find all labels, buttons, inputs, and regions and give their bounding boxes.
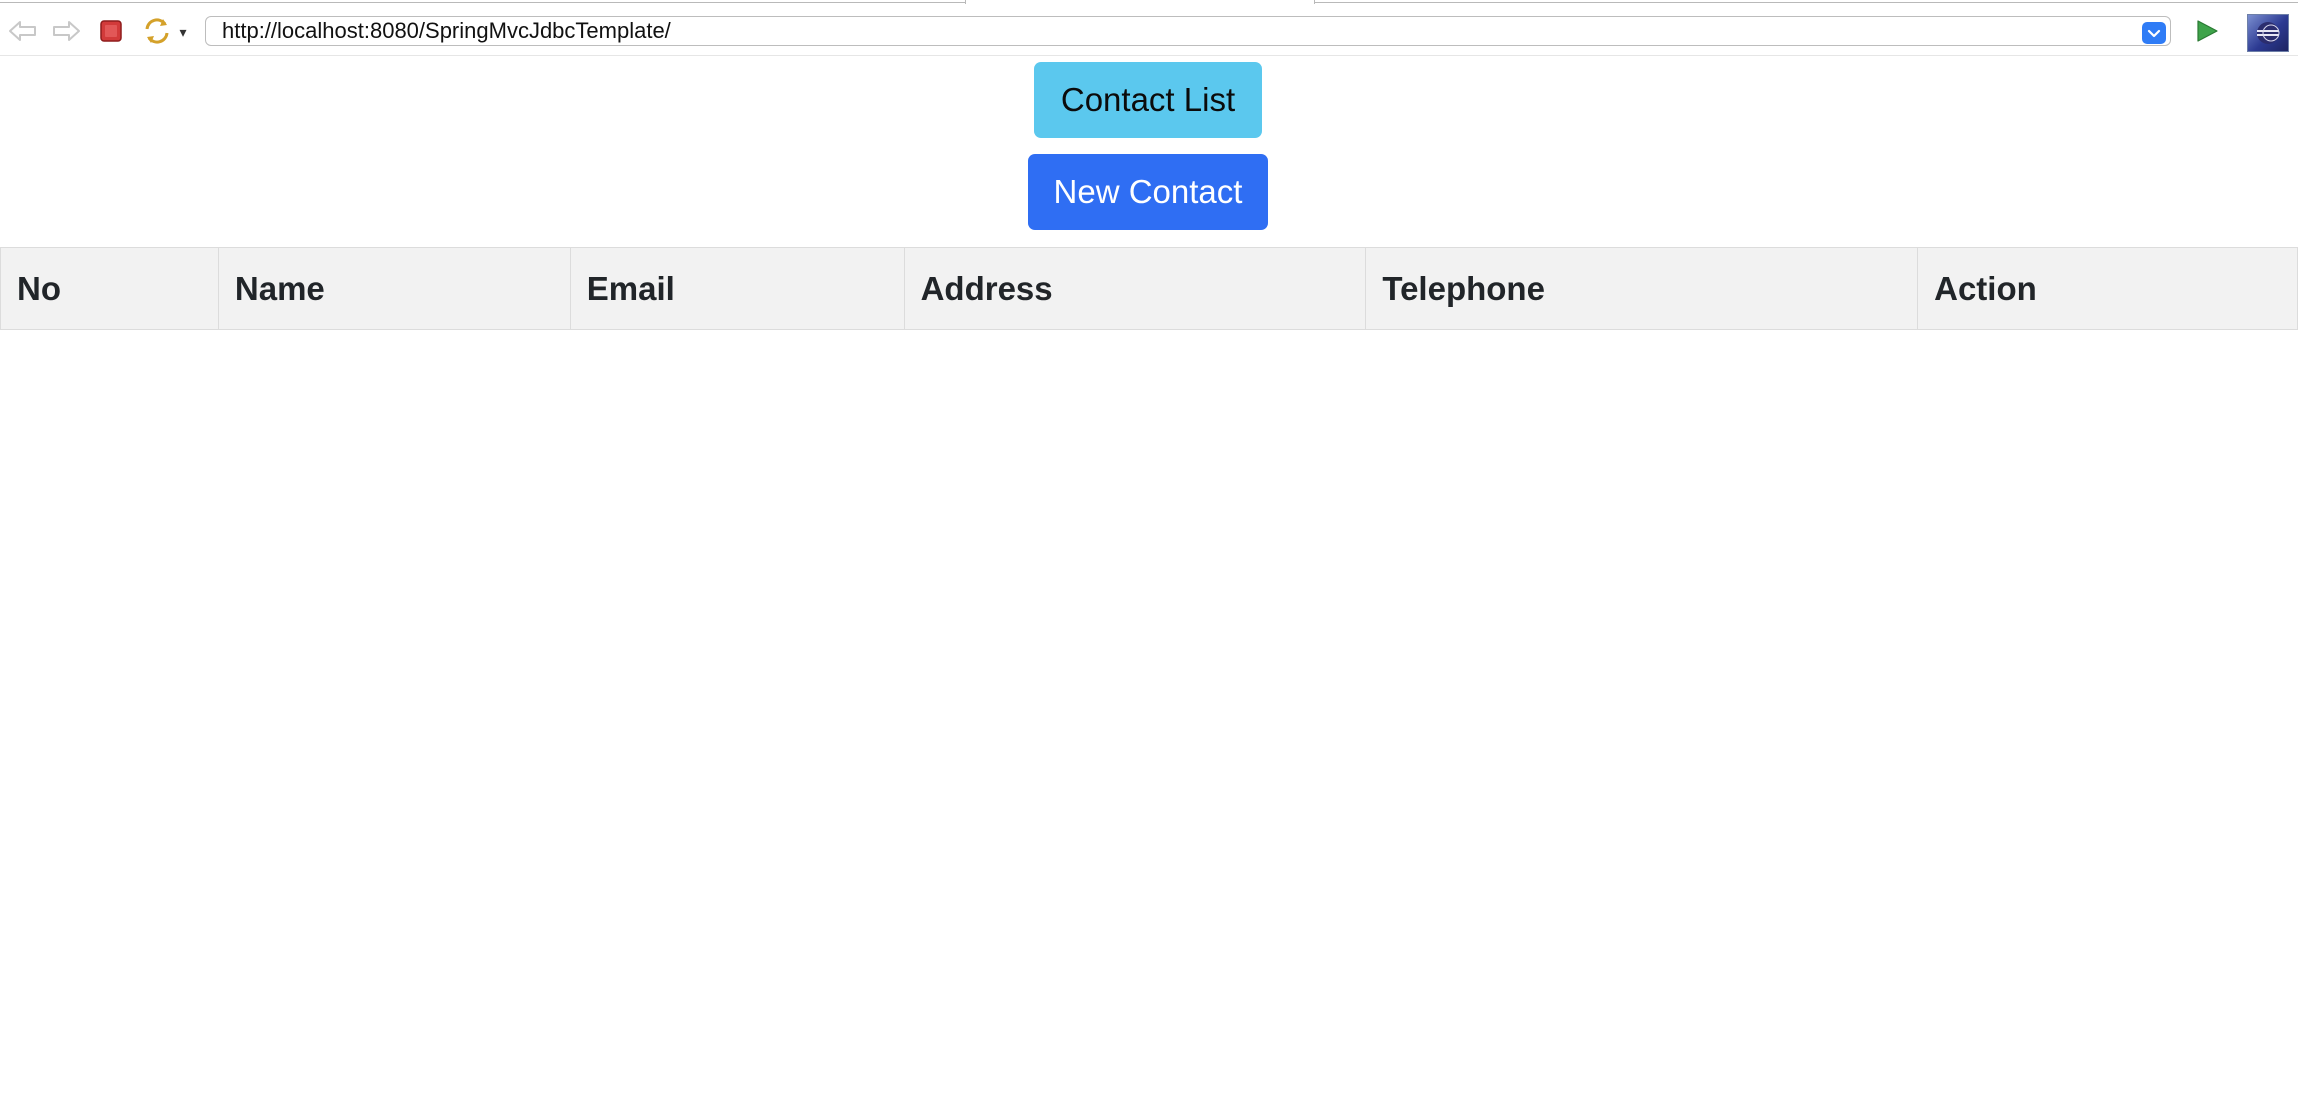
column-header-name: Name <box>217 247 571 330</box>
refresh-dropdown-arrow-icon[interactable]: ▾ <box>174 22 192 42</box>
tab-strip-left <box>0 0 965 3</box>
url-text: http://localhost:8080/SpringMvcJdbcTempl… <box>222 18 671 43</box>
back-arrow-icon[interactable] <box>6 14 40 48</box>
url-bar[interactable]: http://localhost:8080/SpringMvcJdbcTempl… <box>205 16 2171 46</box>
tab-strip-right <box>1315 0 2298 3</box>
contact-list-button[interactable]: Contact List <box>1034 62 1262 138</box>
active-browser-tab[interactable] <box>965 0 1315 4</box>
forward-arrow-icon[interactable] <box>49 14 83 48</box>
browser-tab-strip <box>0 0 2298 4</box>
table-header-row: No Name Email Address Telephone Action <box>0 247 2298 330</box>
stop-icon[interactable] <box>94 14 128 48</box>
column-header-telephone: Telephone <box>1365 247 1919 330</box>
column-header-no: No <box>0 247 219 330</box>
browser-toolbar: ▾ http://localhost:8080/SpringMvcJdbcTem… <box>0 8 2298 56</box>
contacts-table: No Name Email Address Telephone Action <box>0 247 2298 330</box>
column-header-address: Address <box>903 247 1367 330</box>
column-header-action: Action <box>1917 247 2298 330</box>
eclipse-icon[interactable] <box>2247 14 2289 52</box>
url-history-dropdown-icon[interactable] <box>2142 22 2166 44</box>
new-contact-button[interactable]: New Contact <box>1028 154 1268 230</box>
column-header-email: Email <box>569 247 905 330</box>
refresh-icon[interactable] <box>140 14 174 48</box>
go-play-icon[interactable] <box>2190 14 2224 48</box>
